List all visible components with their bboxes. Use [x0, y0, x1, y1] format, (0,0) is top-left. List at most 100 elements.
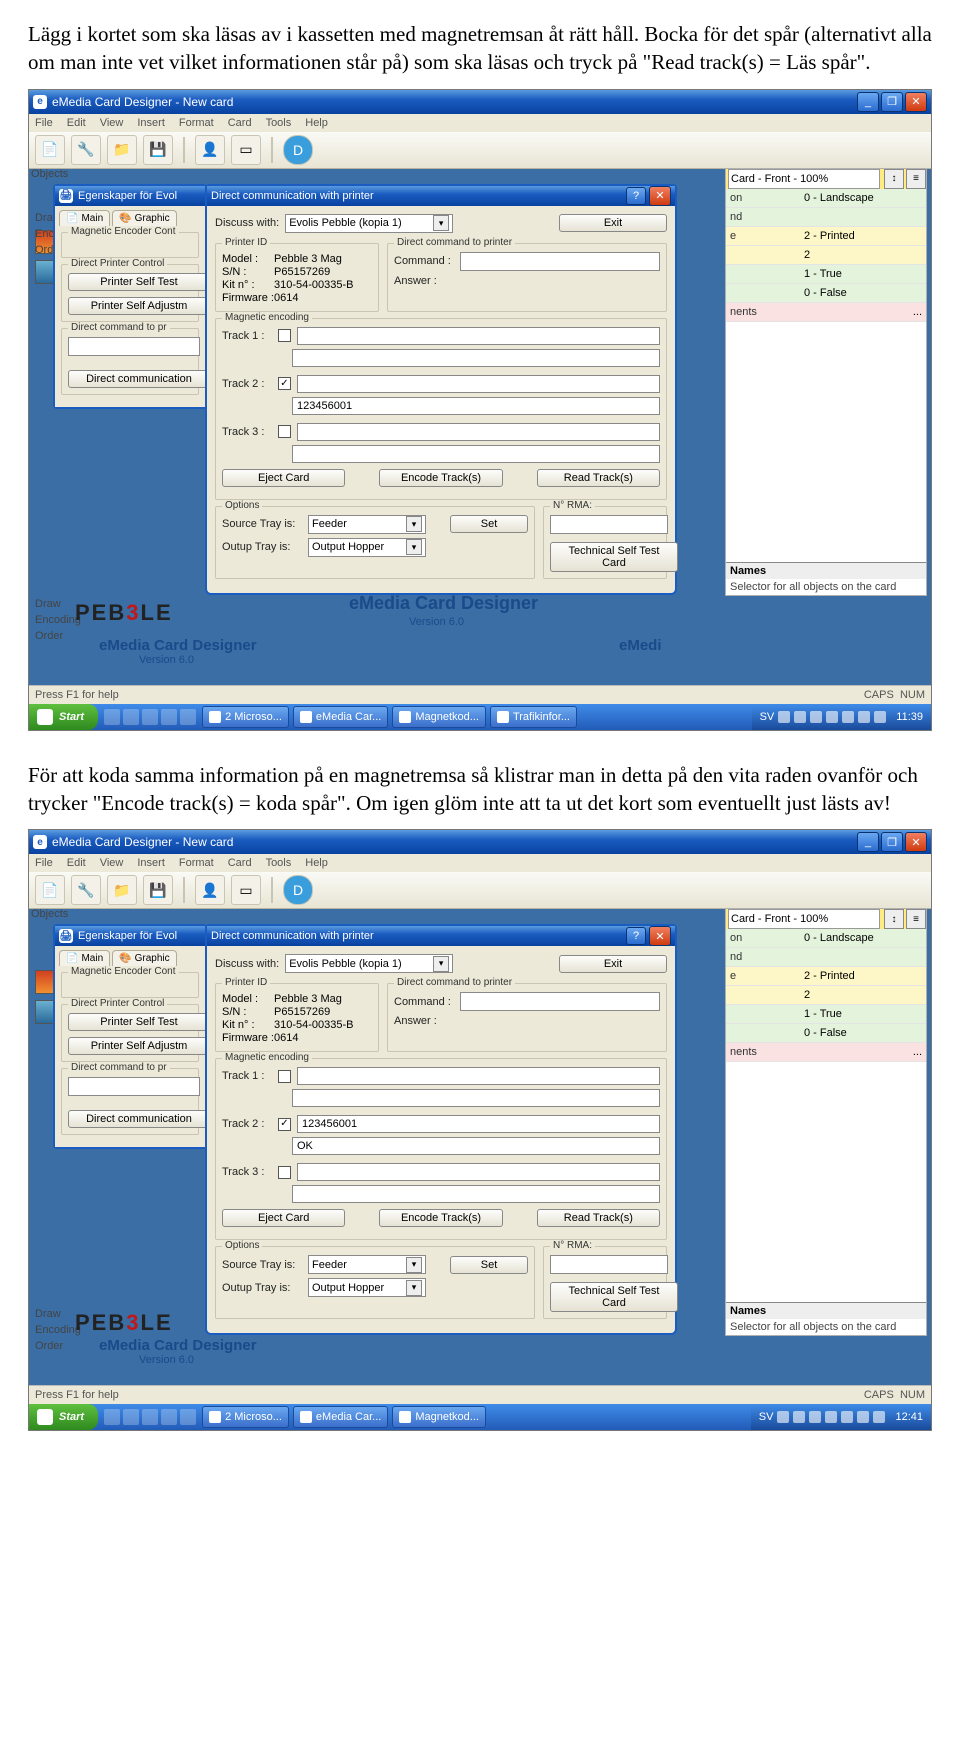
close-button[interactable]: ✕: [905, 832, 927, 852]
task-item[interactable]: 2 Microso...: [202, 706, 289, 728]
direct-cmd-input[interactable]: [68, 337, 200, 356]
tray-icon[interactable]: [778, 711, 790, 723]
toolbar-open-icon[interactable]: 🔧: [71, 875, 101, 905]
menu-edit[interactable]: Edit: [67, 117, 86, 129]
track2-input[interactable]: [297, 375, 660, 393]
menu-help[interactable]: Help: [305, 117, 328, 129]
pebble-logo: PEB3LE: [75, 600, 173, 626]
toolbar-folder-icon[interactable]: 📁: [107, 875, 137, 905]
dialog-close-button[interactable]: ✕: [649, 186, 671, 206]
discuss-label: Discuss with:: [215, 217, 279, 229]
app-icon: e: [33, 95, 47, 109]
quicklaunch-icon[interactable]: [104, 709, 120, 725]
minimize-button[interactable]: _: [857, 832, 879, 852]
bg-brand-3: eMedi: [619, 637, 662, 654]
tray-icon[interactable]: [826, 711, 838, 723]
printer-self-adjust-button[interactable]: Printer Self Adjustm: [68, 297, 210, 315]
bg-brand-sub-2: Version 6.0: [139, 654, 194, 666]
track2-result: 123456001: [292, 397, 660, 415]
command-input[interactable]: [460, 252, 660, 271]
direct-communication-dialog: Direct communication with printer ? ✕ Di…: [205, 184, 677, 595]
maximize-button[interactable]: ❐: [881, 92, 903, 112]
properties-panel: ↕≡ on0 - Landscape nd e2 - Printed 2 1 -…: [725, 908, 927, 1336]
direct-communication-button[interactable]: Direct communication: [68, 370, 210, 388]
track3-result: [292, 445, 660, 463]
minimize-button[interactable]: _: [857, 92, 879, 112]
track1-checkbox[interactable]: [278, 329, 291, 342]
tray-icon[interactable]: [842, 711, 854, 723]
printer-icon: 🖨: [59, 189, 73, 203]
self-test-card-button[interactable]: Technical Self Test Card: [550, 542, 678, 572]
task-item[interactable]: Trafikinfor...: [490, 706, 577, 728]
toolbar-user-icon[interactable]: 👤: [195, 875, 225, 905]
quicklaunch-icon[interactable]: [142, 709, 158, 725]
track2-checkbox[interactable]: ✓: [278, 377, 291, 390]
tab-main[interactable]: 📄Main: [59, 210, 110, 226]
dialog-title: Direct communication with printer: [211, 190, 622, 202]
eject-card-button[interactable]: Eject Card: [222, 469, 345, 487]
discuss-select[interactable]: Evolis Pebble (kopia 1)▾: [285, 214, 453, 233]
menu-format[interactable]: Format: [179, 117, 214, 129]
app-titlebar: e eMedia Card Designer - New card _ ❐ ✕: [29, 90, 931, 114]
properties-panel: ↕ ≡ on0 - Landscape nd e2 - Printed 2 1 …: [725, 168, 927, 596]
quicklaunch-icon[interactable]: [180, 709, 196, 725]
toolbar-new-icon[interactable]: 📄: [35, 135, 65, 165]
leftcol-order-b[interactable]: Order: [35, 630, 99, 646]
props-btn-b[interactable]: ≡: [906, 169, 926, 189]
toolbar-demo-icon[interactable]: D: [283, 135, 313, 165]
lang-indicator[interactable]: SV: [760, 711, 775, 723]
props-btn-a[interactable]: ↕: [884, 169, 904, 189]
tray-icon[interactable]: [858, 711, 870, 723]
close-button[interactable]: ✕: [905, 92, 927, 112]
track3-input[interactable]: [297, 423, 660, 441]
exit-button[interactable]: Exit: [559, 214, 667, 232]
bg-brand: eMedia Card Designer: [349, 593, 538, 614]
toolbar-folder-icon[interactable]: 📁: [107, 135, 137, 165]
track2-input[interactable]: 123456001: [297, 1115, 660, 1133]
toolbar-save-icon[interactable]: 💾: [143, 135, 173, 165]
menu-insert[interactable]: Insert: [137, 117, 165, 129]
printer-properties-window: 🖨Egenskaper för Evol 📄Main 🎨Graphic Magn…: [53, 184, 207, 409]
output-tray-select[interactable]: Output Hopper▾: [308, 538, 426, 557]
dialog-help-button[interactable]: ?: [626, 187, 646, 205]
printer-self-test-button[interactable]: Printer Self Test: [68, 273, 210, 291]
tray-icon[interactable]: [794, 711, 806, 723]
paragraph-2: För att koda samma information på en mag…: [28, 761, 932, 818]
app-title: eMedia Card Designer - New card: [52, 95, 857, 109]
toolbar-demo-icon[interactable]: D: [283, 875, 313, 905]
direct-communication-dialog: Direct communication with printer?✕ Disc…: [205, 924, 677, 1335]
track1-input[interactable]: [297, 327, 660, 345]
menu-file[interactable]: File: [35, 117, 53, 129]
tab-graphic[interactable]: 🎨Graphic: [112, 210, 176, 226]
toolbar: 📄 🔧 📁 💾 👤 ▭ D: [29, 132, 931, 169]
bg-brand-2: eMedia Card Designer: [99, 637, 257, 654]
quicklaunch-icon[interactable]: [161, 709, 177, 725]
props-selector[interactable]: [728, 169, 880, 189]
objects-header: Objects: [31, 168, 68, 180]
menu-card[interactable]: Card: [228, 117, 252, 129]
maximize-button[interactable]: ❐: [881, 832, 903, 852]
track3-checkbox[interactable]: [278, 425, 291, 438]
props-names-desc: Selector for all objects on the card: [726, 579, 926, 595]
quicklaunch-icon[interactable]: [123, 709, 139, 725]
task-item[interactable]: eMedia Car...: [293, 706, 388, 728]
tray-icon[interactable]: [874, 711, 886, 723]
source-tray-select[interactable]: Feeder▾: [308, 515, 426, 534]
tray-icon[interactable]: [810, 711, 822, 723]
start-button[interactable]: ⊞Start: [29, 704, 98, 730]
set-button[interactable]: Set: [450, 515, 528, 533]
system-tray: SV 11:39: [752, 704, 931, 730]
read-tracks-button[interactable]: Read Track(s): [537, 469, 660, 487]
windows-logo-icon: ⊞: [37, 709, 53, 725]
menu-view[interactable]: View: [100, 117, 124, 129]
rma-input[interactable]: [550, 515, 668, 534]
toolbar-card-icon[interactable]: ▭: [231, 135, 261, 165]
task-item[interactable]: Magnetkod...: [392, 706, 486, 728]
toolbar-save-icon[interactable]: 💾: [143, 875, 173, 905]
menu-tools[interactable]: Tools: [266, 117, 292, 129]
toolbar-card-icon[interactable]: ▭: [231, 875, 261, 905]
toolbar-open-icon[interactable]: 🔧: [71, 135, 101, 165]
encode-tracks-button[interactable]: Encode Track(s): [379, 469, 502, 487]
toolbar-user-icon[interactable]: 👤: [195, 135, 225, 165]
toolbar-new-icon[interactable]: 📄: [35, 875, 65, 905]
